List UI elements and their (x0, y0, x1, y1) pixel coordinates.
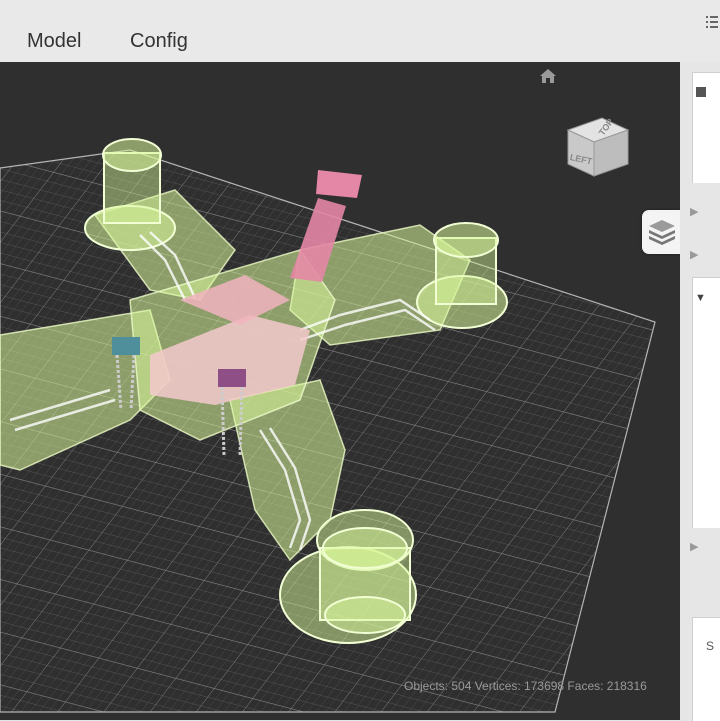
chevron-right-icon[interactable]: ▶ (690, 540, 698, 553)
model-stats: Objects: 504 Vertices: 173698 Faces: 218… (404, 679, 647, 693)
home-icon[interactable] (538, 67, 558, 85)
layers-button[interactable] (642, 210, 680, 254)
panel-card-2: ▼ (692, 277, 720, 528)
panel-truncated-label: S (706, 639, 715, 653)
chevron-right-icon[interactable]: ▶ (690, 205, 698, 218)
chevron-down-icon[interactable]: ▼ (695, 292, 706, 304)
top-bar: Model Config (0, 0, 720, 62)
tab-model[interactable]: Model (27, 30, 81, 53)
right-panel: ▶ ▶ ▼ ▶ S (680, 62, 720, 721)
tab-config[interactable]: Config (130, 30, 188, 53)
panel-card-3 (692, 617, 720, 721)
view-cube[interactable]: TOP LEFT (560, 86, 650, 182)
3d-viewport[interactable]: TOP LEFT Objects: 504 Vertices: 173698 F… (0, 62, 680, 720)
menu-icon[interactable] (706, 14, 718, 35)
panel-card-1 (692, 72, 720, 183)
checkbox-icon[interactable] (696, 87, 706, 97)
chevron-right-icon[interactable]: ▶ (690, 248, 698, 261)
